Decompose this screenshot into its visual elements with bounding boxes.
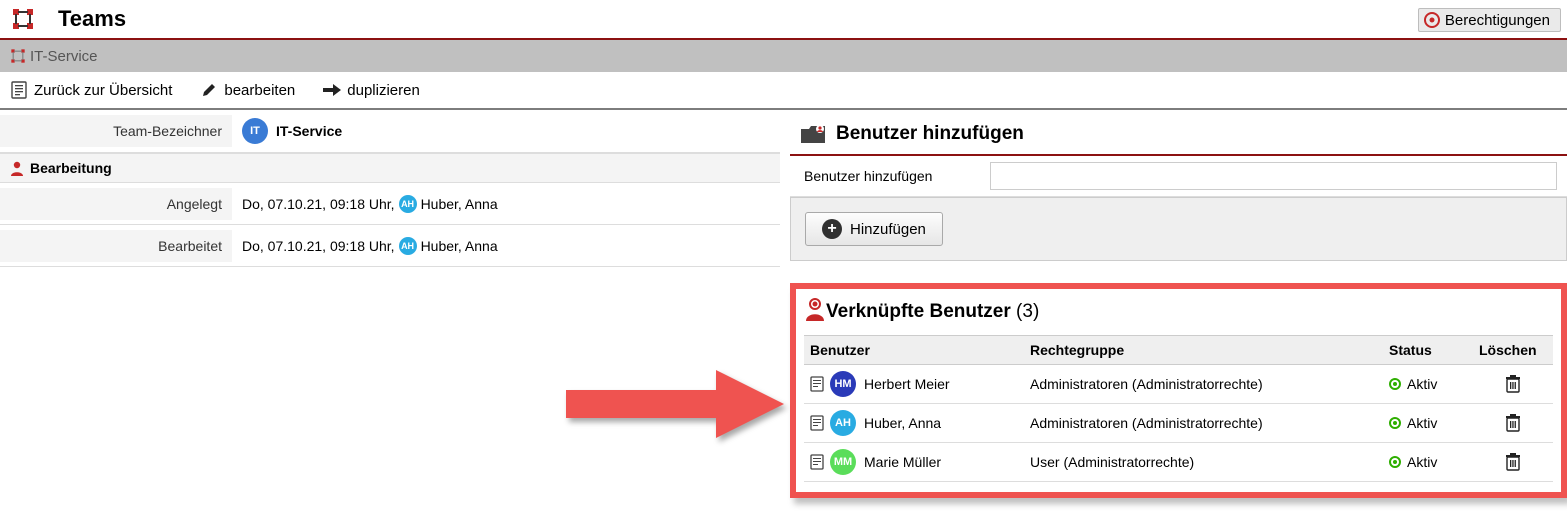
creator-avatar: AH	[399, 195, 417, 213]
back-button[interactable]: Zurück zur Übersicht	[10, 81, 172, 99]
user-avatar: HM	[830, 371, 856, 397]
add-user-row: Benutzer hinzufügen	[790, 156, 1567, 197]
editor-avatar: AH	[399, 237, 417, 255]
team-id-label: Team-Bezeichner	[0, 115, 232, 147]
add-user-section-title: Benutzer hinzufügen	[790, 110, 1567, 156]
status-dot-icon	[1389, 417, 1401, 429]
edit-label: bearbeiten	[224, 82, 295, 99]
col-group: Rechtegruppe	[1024, 336, 1383, 365]
breadcrumb-team: IT-Service	[30, 48, 98, 65]
document-icon	[810, 376, 824, 392]
add-user-title: Benutzer hinzufügen	[836, 123, 1024, 145]
linked-users-count: (3)	[1016, 301, 1039, 323]
highlight-arrow	[566, 364, 786, 444]
user-name[interactable]: Huber, Anna	[864, 415, 941, 431]
col-delete: Löschen	[1473, 336, 1553, 365]
user-icon	[804, 297, 826, 327]
target-icon	[1423, 11, 1441, 29]
table-row: AH Huber, Anna Administratoren (Administra…	[804, 404, 1553, 443]
status-text: Aktiv	[1407, 454, 1437, 470]
edited-value: Do, 07.10.21, 09:18 Uhr,	[242, 238, 395, 254]
status-cell: Aktiv	[1389, 454, 1467, 470]
col-user: Benutzer	[804, 336, 1024, 365]
add-user-field-label: Benutzer hinzufügen	[790, 158, 990, 194]
add-user-input[interactable]	[990, 162, 1557, 190]
created-label: Angelegt	[0, 188, 232, 220]
edited-label: Bearbeitet	[0, 230, 232, 262]
edit-section-label: Bearbeitung	[30, 160, 112, 176]
duplicate-button[interactable]: duplizieren	[323, 81, 420, 99]
add-user-button[interactable]: + Hinzufügen	[805, 212, 943, 246]
edited-row: Bearbeitet Do, 07.10.21, 09:18 Uhr, AH H…	[0, 225, 780, 267]
permissions-button[interactable]: Berechtigungen	[1418, 8, 1561, 32]
status-dot-icon	[1389, 456, 1401, 468]
pencil-icon	[200, 81, 218, 99]
edit-section-header: Bearbeitung	[0, 153, 780, 183]
linked-users-title: Verknüpfte Benutzer (3)	[804, 295, 1553, 335]
trash-icon	[1505, 375, 1521, 393]
user-small-icon	[10, 160, 24, 176]
team-id-row: Team-Bezeichner IT IT-Service	[0, 110, 780, 153]
right-panel: Benutzer hinzufügen Benutzer hinzufügen …	[780, 110, 1567, 498]
folder-user-icon	[798, 122, 828, 146]
duplicate-label: duplizieren	[347, 82, 420, 99]
status-cell: Aktiv	[1389, 376, 1467, 392]
toolbar: Zurück zur Übersicht bearbeiten duplizie…	[0, 72, 1567, 110]
team-small-icon	[10, 48, 26, 64]
table-row: MM Marie Müller User (Administratorrechte)…	[804, 443, 1553, 482]
document-icon	[810, 454, 824, 470]
user-group: User (Administratorrechte)	[1024, 443, 1383, 482]
created-value: Do, 07.10.21, 09:18 Uhr,	[242, 196, 395, 212]
permissions-label: Berechtigungen	[1445, 12, 1550, 29]
back-label: Zurück zur Übersicht	[34, 82, 172, 99]
user-avatar: MM	[830, 449, 856, 475]
user-group: Administratoren (Administratorrechte)	[1024, 365, 1383, 404]
linked-users-label: Verknüpfte Benutzer	[826, 301, 1011, 323]
trash-icon	[1505, 414, 1521, 432]
delete-button[interactable]	[1479, 453, 1547, 471]
team-name: IT-Service	[276, 123, 342, 139]
created-row: Angelegt Do, 07.10.21, 09:18 Uhr, AH Hub…	[0, 183, 780, 225]
user-name[interactable]: Marie Müller	[864, 454, 941, 470]
status-cell: Aktiv	[1389, 415, 1467, 431]
team-avatar: IT	[242, 118, 268, 144]
status-text: Aktiv	[1407, 415, 1437, 431]
user-group: Administratoren (Administratorrechte)	[1024, 404, 1383, 443]
status-text: Aktiv	[1407, 376, 1437, 392]
document-icon	[810, 415, 824, 431]
delete-button[interactable]	[1479, 375, 1547, 393]
edit-button[interactable]: bearbeiten	[200, 81, 295, 99]
linked-users-panel: Verknüpfte Benutzer (3) Benutzer Rechteg…	[790, 283, 1567, 498]
editor-name: Huber, Anna	[421, 238, 498, 254]
page-title: Teams	[52, 6, 126, 32]
table-row: HM Herbert Meier Administratoren (Administ…	[804, 365, 1553, 404]
user-avatar: AH	[830, 410, 856, 436]
col-status: Status	[1383, 336, 1473, 365]
breadcrumb: IT-Service	[0, 40, 1567, 72]
arrow-right-icon	[323, 81, 341, 99]
list-icon	[10, 81, 28, 99]
user-name[interactable]: Herbert Meier	[864, 376, 950, 392]
creator-name: Huber, Anna	[421, 196, 498, 212]
add-user-bar: + Hinzufügen	[790, 197, 1567, 261]
status-dot-icon	[1389, 378, 1401, 390]
page-header: Teams Berechtigungen	[0, 0, 1567, 40]
plus-icon: +	[822, 219, 842, 239]
add-user-button-label: Hinzufügen	[850, 221, 926, 238]
trash-icon	[1505, 453, 1521, 471]
linked-users-table: Benutzer Rechtegruppe Status Löschen HMH…	[804, 335, 1553, 482]
delete-button[interactable]	[1479, 414, 1547, 432]
teams-icon	[10, 6, 36, 32]
